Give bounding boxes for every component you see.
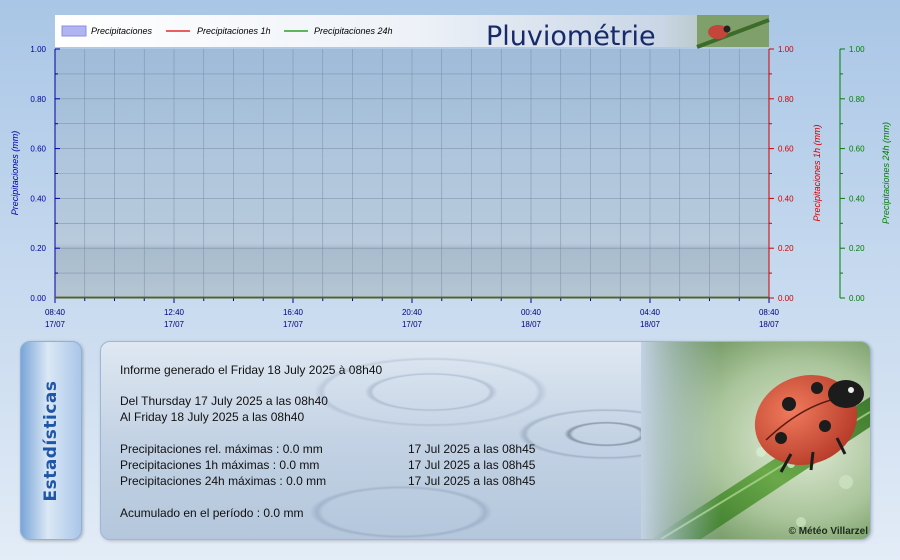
- y-tick-label: 0.00: [778, 294, 794, 303]
- legend-label-24h: Precipitaciones 24h: [314, 26, 393, 36]
- x-tick-label-time: 04:40: [640, 308, 661, 317]
- y-tick-label: 0.80: [778, 95, 794, 104]
- right-axis-24h-title: Precipitaciones 24h (mm): [881, 122, 891, 224]
- y-tick-label: 0.80: [849, 95, 865, 104]
- ladybug-thumbnail: [696, 15, 770, 49]
- x-tick-label-date: 18/07: [640, 320, 661, 329]
- stats-max-24h-time: 17 Jul 2025 a las 08h45: [408, 474, 536, 488]
- x-tick-label-time: 16:40: [283, 308, 304, 317]
- stats-panel: Informe generado el Friday 18 July 2025 …: [100, 341, 871, 540]
- x-tick-label-date: 18/07: [521, 320, 542, 329]
- y-tick-label: 0.00: [849, 294, 865, 303]
- x-tick-label-date: 17/07: [164, 320, 185, 329]
- legend-label-precipitaciones: Precipitaciones: [91, 26, 153, 36]
- y-tick-label: 0.60: [778, 145, 794, 154]
- stats-tab-label: Estadísticas: [41, 379, 61, 502]
- x-tick-label-date: 17/07: [45, 320, 66, 329]
- stats-to: Al Friday 18 July 2025 a las 08h40: [120, 410, 305, 424]
- y-tick-label: 0.80: [30, 95, 46, 104]
- y-tick-label: 0.40: [30, 194, 46, 203]
- x-tick-label-time: 20:40: [402, 308, 423, 317]
- stats-max-24h-label: Precipitaciones 24h máximas : 0.0 mm: [120, 474, 327, 488]
- y-tick-label: 0.40: [849, 194, 865, 203]
- right-axis-1h-title: Precipitaciones 1h (mm): [812, 124, 822, 221]
- legend-label-1h: Precipitaciones 1h: [197, 26, 271, 36]
- stats-cumulative: Acumulado en el período : 0.0 mm: [120, 506, 304, 520]
- copyright: © Météo Villarzel: [788, 526, 868, 537]
- legend-band: [55, 15, 769, 47]
- y-tick-label: 1.00: [30, 45, 46, 54]
- x-tick-label-time: 12:40: [164, 308, 185, 317]
- y-tick-label: 0.40: [778, 194, 794, 203]
- y-tick-label: 0.20: [778, 244, 794, 253]
- y-tick-label: 0.60: [849, 145, 865, 154]
- y-tick-label: 0.00: [30, 294, 46, 303]
- stats-generated: Informe generado el Friday 18 July 2025 …: [120, 363, 383, 377]
- y-tick-label: 0.60: [30, 145, 46, 154]
- stats-from: Del Thursday 17 July 2025 a las 08h40: [120, 394, 328, 408]
- x-tick-label-date: 17/07: [402, 320, 423, 329]
- x-tick-label-date: 17/07: [283, 320, 304, 329]
- stats-max-rel-label: Precipitaciones rel. máximas : 0.0 mm: [120, 442, 323, 456]
- x-tick-label-date: 18/07: [759, 320, 780, 329]
- y-tick-label: 1.00: [849, 45, 865, 54]
- left-axis-title: Precipitaciones (mm): [10, 131, 20, 216]
- stats-tab: Estadísticas: [20, 341, 82, 540]
- stats-max-1h-time: 17 Jul 2025 a las 08h45: [408, 458, 536, 472]
- x-tick-label-time: 08:40: [45, 308, 66, 317]
- x-tick-label-time: 00:40: [521, 308, 542, 317]
- ladybug-photo: [641, 342, 870, 539]
- legend-swatch-precipitaciones: [61, 25, 87, 37]
- stats-max-rel-time: 17 Jul 2025 a las 08h45: [408, 442, 536, 456]
- stats-max-1h-label: Precipitaciones 1h máximas : 0.0 mm: [120, 458, 320, 472]
- chart-title: Pluviométrie: [486, 21, 656, 52]
- x-tick-label-time: 08:40: [759, 308, 780, 317]
- y-tick-label: 0.20: [849, 244, 865, 253]
- y-tick-label: 1.00: [778, 45, 794, 54]
- y-tick-label: 0.20: [30, 244, 46, 253]
